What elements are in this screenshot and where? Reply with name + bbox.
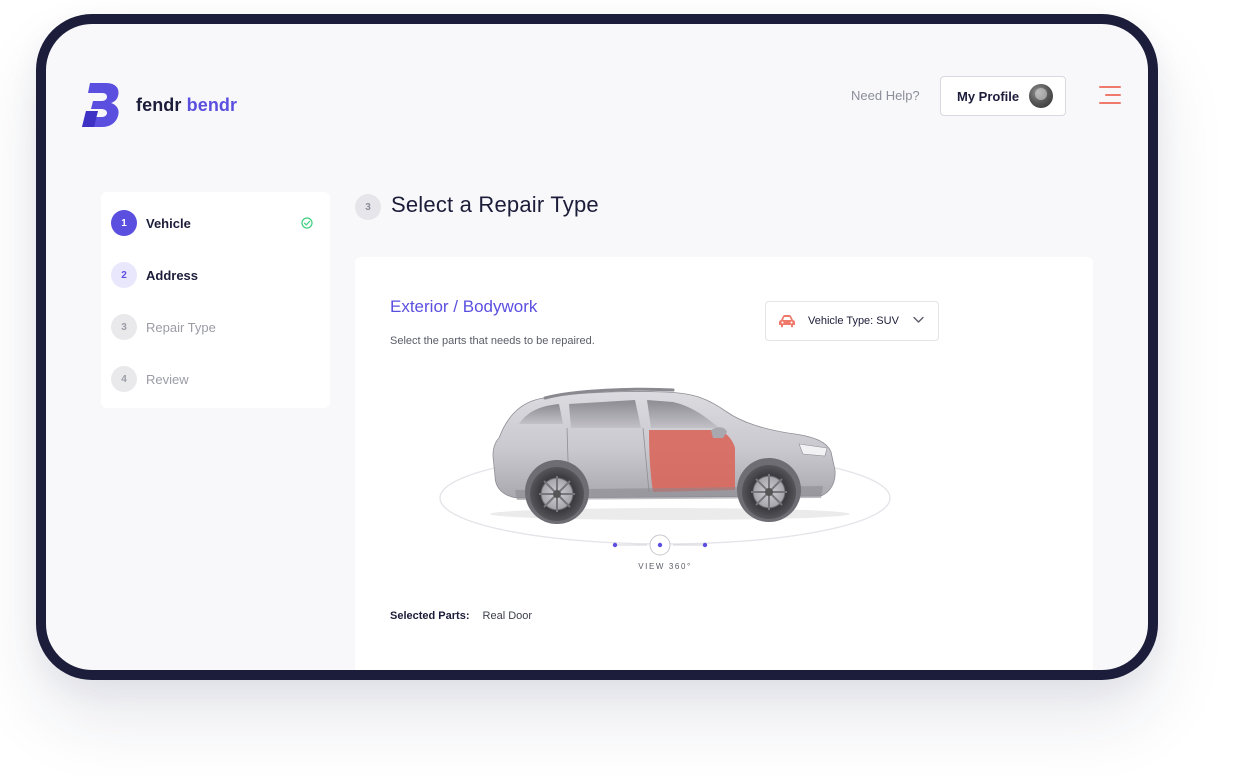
my-profile-button[interactable]: My Profile — [940, 76, 1066, 116]
step-label: Repair Type — [146, 319, 216, 335]
hamburger-icon[interactable] — [1099, 86, 1121, 104]
suv-car[interactable] — [492, 387, 836, 524]
step-number: 3 — [111, 314, 137, 340]
section-title: Exterior / Bodywork — [390, 297, 538, 316]
car-viewer[interactable] — [435, 382, 895, 582]
need-help-link[interactable]: Need Help? — [851, 88, 920, 103]
vehicle-type-dropdown[interactable]: Vehicle Type: SUV — [765, 301, 939, 341]
page-step-number: 3 — [355, 194, 381, 220]
steps-sidebar: 1 Vehicle 2 Address 3 Repair Type 4 Revi… — [101, 192, 330, 408]
tablet-frame: fendr bendr Need Help? My Profile 1 Vehi… — [36, 14, 1158, 680]
selected-door-part[interactable] — [649, 430, 735, 492]
selected-parts-key: Selected Parts: — [390, 610, 470, 622]
selected-parts: Selected Parts: Real Door — [390, 610, 532, 622]
brand-logo[interactable]: fendr bendr — [80, 81, 237, 129]
step-repair-type[interactable]: 3 Repair Type — [111, 314, 321, 340]
step-vehicle[interactable]: 1 Vehicle — [111, 210, 321, 236]
rotate-left-dot[interactable] — [612, 542, 618, 548]
view-360-label[interactable]: VIEW 360° — [625, 562, 705, 571]
check-circle-icon — [301, 217, 313, 229]
step-review[interactable]: 4 Review — [111, 366, 321, 392]
section-subtitle: Select the parts that needs to be repair… — [390, 335, 595, 347]
app-screen: fendr bendr Need Help? My Profile 1 Vehi… — [46, 24, 1148, 670]
my-profile-label: My Profile — [957, 88, 1020, 104]
avatar — [1029, 84, 1054, 108]
page-title: Select a Repair Type — [391, 192, 599, 217]
brand-name-part2: bendr — [186, 94, 238, 115]
repair-card: Exterior / Bodywork Select the parts tha… — [355, 257, 1093, 670]
car-icon — [779, 315, 795, 328]
step-number: 2 — [111, 262, 137, 288]
rotate-right-dot[interactable] — [702, 542, 708, 548]
step-label: Review — [146, 371, 189, 387]
brand-name-part1: fendr — [136, 94, 182, 115]
step-address[interactable]: 2 Address — [111, 262, 321, 288]
step-number: 4 — [111, 366, 137, 392]
step-number: 1 — [111, 210, 137, 236]
selected-parts-value: Real Door — [482, 610, 533, 622]
logo-mark-icon — [82, 83, 119, 127]
step-label: Address — [146, 267, 199, 283]
vehicle-type-label: Vehicle Type: SUV — [808, 315, 899, 327]
chevron-down-icon — [913, 316, 924, 323]
step-label: Vehicle — [146, 215, 191, 231]
brand-name: fendr bendr — [136, 95, 237, 116]
